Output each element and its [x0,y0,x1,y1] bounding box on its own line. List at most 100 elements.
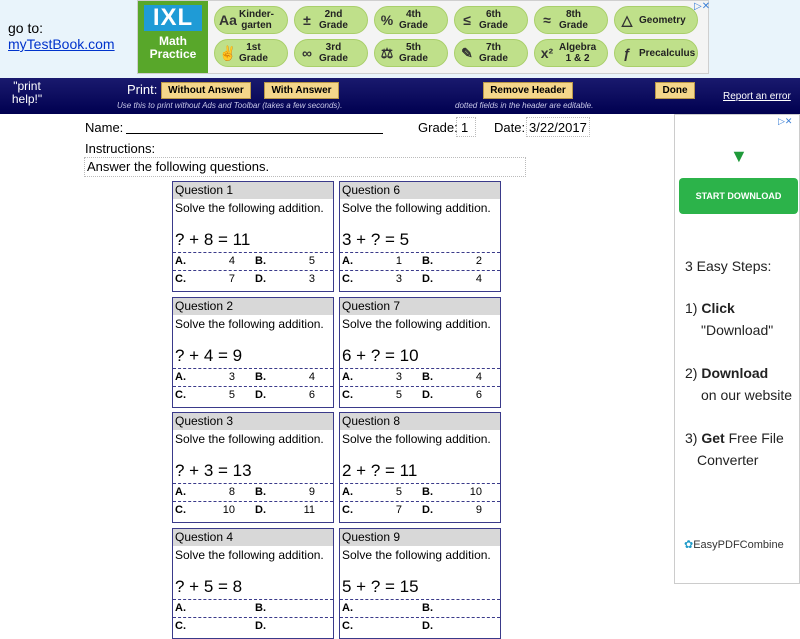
mytestbook-link[interactable]: myTestBook.com [8,36,115,52]
option-d-value: 11 [303,504,315,516]
done-button[interactable]: Done [655,82,695,99]
option-d-label: D. [255,273,266,285]
report-error-link[interactable]: Report an error [723,91,791,102]
print-with-answer-button[interactable]: With Answer [264,82,339,99]
option-b-label: B. [422,486,433,498]
option-d-label: D. [422,389,433,401]
answer-row: C. 7 D. 3 [173,270,333,288]
ixl-item-icon: ƒ [623,45,631,61]
question-equation: 2 + ? = 11 [342,461,418,480]
ixl-item[interactable]: ≤6th Grade [454,6,528,34]
option-a-label: A. [342,486,353,498]
option-d-label: D. [255,620,266,632]
ixl-item[interactable]: △ Geometry [614,6,698,34]
option-d-label: D. [255,389,266,401]
question-card: Question 8 Solve the following addition. 2… [339,412,501,523]
name-label: Name: [85,120,124,135]
option-c-value: 5 [395,389,402,401]
option-b-label: B. [255,371,266,383]
option-a-label: A. [175,371,186,383]
question-equation: ? + 3 = 13 [175,461,252,480]
option-c-label: C. [175,620,186,632]
side-adchoices-icon[interactable]: ▷✕ [778,116,792,127]
answer-row: C. 5 D. 6 [340,386,500,404]
answer-row: A. 3 B. 4 [173,368,333,386]
ixl-item[interactable]: ✎ 7th Grade [454,39,528,67]
option-b-value: 2 [475,255,482,267]
answer-row: C. 7 D. 9 [340,501,500,519]
question-card: Question 7 Solve the following addition. 6… [339,297,501,408]
ixl-item[interactable]: x² Algebra 1 & 2 [534,39,608,67]
remove-header-button[interactable]: Remove Header [483,82,573,99]
option-c-label: C. [175,504,186,516]
ixl-logo[interactable]: IXL Math Practice [138,1,208,73]
option-d-value: 9 [475,504,482,516]
question-instruction: Solve the following addition. [175,432,324,446]
answer-row: A. B. [173,599,333,617]
option-c-value: 3 [395,273,402,285]
start-download-button[interactable]: START DOWNLOAD [679,178,798,214]
ixl-item-label: 6th Grade [479,9,508,31]
answer-row: C. 5 D. 6 [173,386,333,404]
ixl-item[interactable]: ∞ 3rd Grade [294,39,368,67]
answer-row: A. 1 B. 2 [340,252,500,270]
ixl-item-icon: △ [621,11,633,28]
option-b-label: B. [255,255,266,267]
question-instruction: Solve the following addition. [342,201,491,215]
question-title: Question 3 [173,413,333,430]
adchoices-icon[interactable]: ▷✕ [694,1,710,12]
ixl-item-label: 1st Grade [239,42,268,64]
ixl-logo-subtitle: Math Practice [149,34,197,61]
option-c-label: C. [342,273,353,285]
name-field[interactable] [126,132,383,134]
option-b-value: 9 [308,486,315,498]
easypdfcombine-logo[interactable]: ✿EasyPDFCombine [684,538,784,551]
ixl-item[interactable]: Aa Kinder- garten [214,6,288,34]
question-instruction: Solve the following addition. [342,317,491,331]
ixl-item[interactable]: % 4th Grade [374,6,448,34]
ad-step3-mid: Free File [728,430,784,446]
ixl-item-label: Precalculus [639,47,696,59]
print-help-link[interactable]: "print help!" [4,80,50,106]
option-c-label: C. [175,273,186,285]
answer-row: C. 3 D. 4 [340,270,500,288]
instructions-text: Answer the following questions. [87,159,270,174]
ixl-item-label: Algebra 1 & 2 [559,42,597,64]
answer-row: C. D. [173,617,333,635]
question-equation: 3 + ? = 5 [342,230,410,249]
print-note: Use this to print without Ads and Toolba… [117,101,343,110]
answer-row: A. 8 B. 9 [173,483,333,501]
grade-label: Grade: [418,120,458,135]
option-b-label: B. [255,602,266,614]
option-c-label: C. [342,504,353,516]
ixl-item[interactable]: ⚖ 5th Grade [374,39,448,67]
ixl-item[interactable]: ✌ 1st Grade [214,39,288,67]
ixl-ad-banner[interactable]: IXL Math Practice Aa Kinder- garten ±2nd G… [137,0,709,74]
option-a-value: 8 [228,486,235,498]
question-title: Question 4 [173,529,333,546]
ixl-item-icon: ≤ [463,12,471,28]
option-b-label: B. [422,255,433,267]
option-b-value: 10 [469,486,482,498]
option-d-label: D. [422,273,433,285]
ixl-item[interactable]: ƒ Precalculus [614,39,698,67]
ixl-item-label: 3rd Grade [319,42,348,64]
ixl-item-label: Geometry [639,14,686,26]
ad-step1: 1) Click [685,300,735,316]
ixl-item[interactable]: ≈8th Grade [534,6,608,34]
ixl-item[interactable]: ±2nd Grade [294,6,368,34]
ad-step3-bold: Get [701,430,725,446]
option-d-value: 3 [308,273,315,285]
option-b-value: 4 [308,371,315,383]
option-a-value: 3 [395,371,402,383]
question-title: Question 8 [340,413,500,430]
question-instruction: Solve the following addition. [175,548,324,562]
ad-step2-num: 2) [685,365,698,381]
print-without-answer-button[interactable]: Without Answer [161,82,251,99]
editable-note: dotted fields in the header are editable… [455,101,594,110]
down-arrow-icon: ▼ [730,146,748,166]
question-instruction: Solve the following addition. [175,317,324,331]
leaf-icon: ✿ [684,539,694,551]
ixl-item-icon: ✌ [219,44,237,61]
goto-label: go to: [8,20,44,36]
